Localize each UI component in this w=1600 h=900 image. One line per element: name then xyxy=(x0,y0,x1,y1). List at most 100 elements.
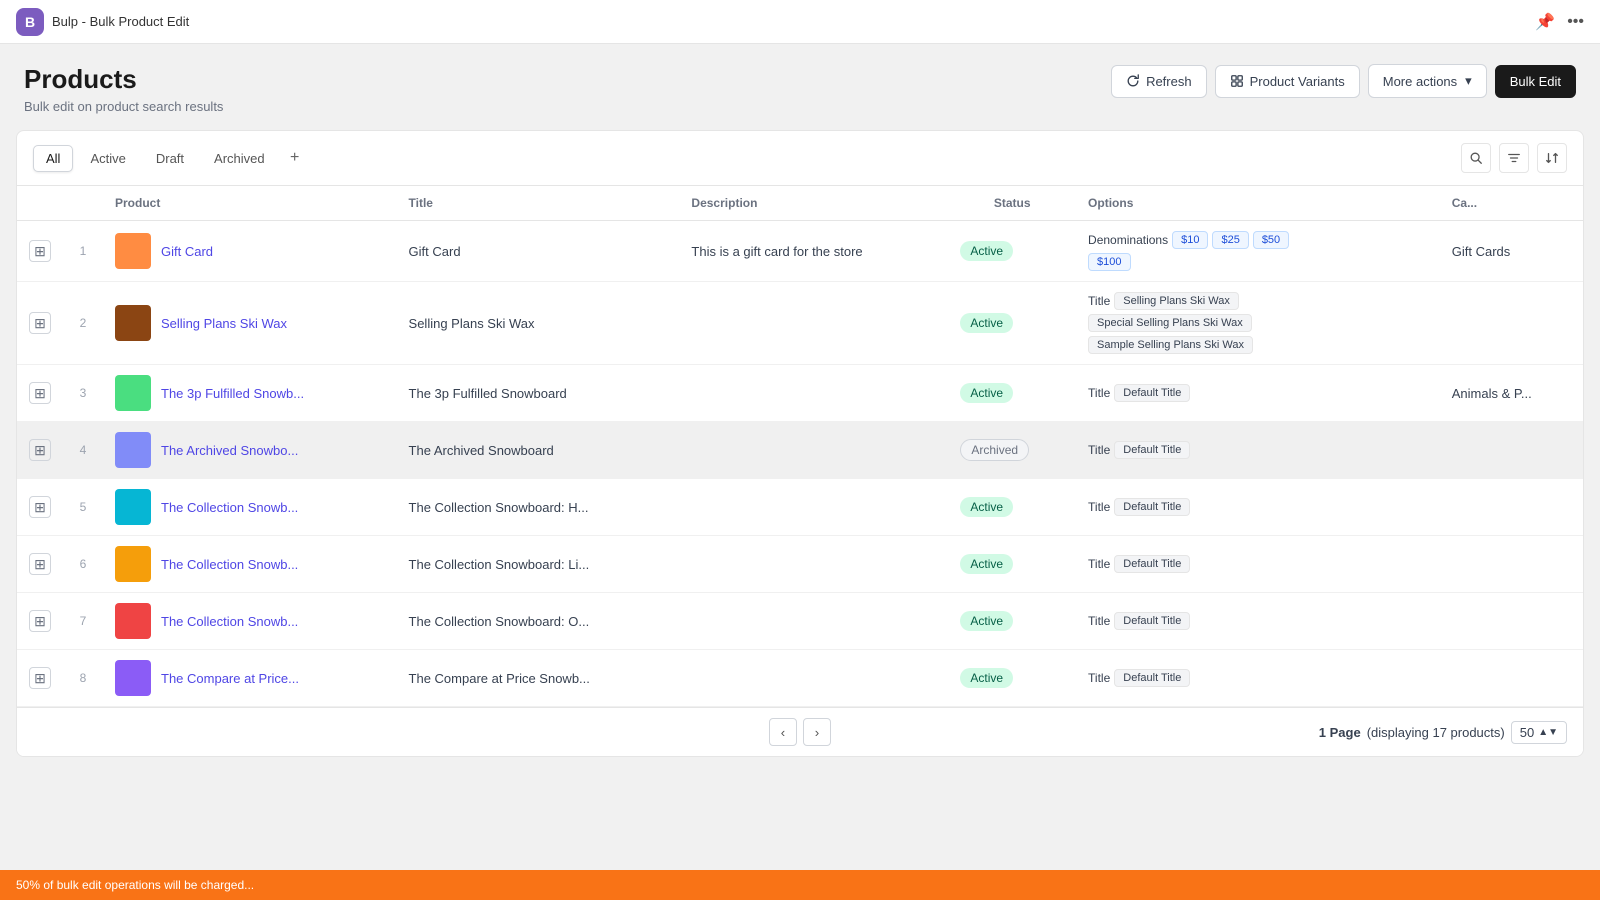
refresh-icon xyxy=(1126,74,1140,88)
expand-col: ⊞ xyxy=(17,282,63,365)
title-cell: The Collection Snowboard: O... xyxy=(397,593,680,650)
bulk-edit-button[interactable]: Bulk Edit xyxy=(1495,65,1576,98)
product-link[interactable]: Selling Plans Ski Wax xyxy=(161,316,287,331)
product-link[interactable]: The Collection Snowb... xyxy=(161,500,298,515)
status-cell: Active xyxy=(948,536,1076,593)
display-label: (displaying 17 products) xyxy=(1367,725,1505,740)
expand-button[interactable]: ⊞ xyxy=(29,312,51,334)
status-cell: Active xyxy=(948,365,1076,422)
expand-col: ⊞ xyxy=(17,479,63,536)
products-table-wrapper: Product Title Description Status Options… xyxy=(17,186,1583,707)
row-num: 5 xyxy=(63,479,103,536)
app-logo: B xyxy=(16,8,44,36)
filter-button[interactable] xyxy=(1499,143,1529,173)
options-cell: TitleDefault Title xyxy=(1076,422,1440,479)
expand-col: ⊞ xyxy=(17,365,63,422)
page-subtitle: Bulk edit on product search results xyxy=(24,99,1111,114)
main-content: All Active Draft Archived + xyxy=(16,130,1584,757)
product-cell: The Collection Snowb... xyxy=(103,479,397,536)
sort-button[interactable] xyxy=(1537,143,1567,173)
col-options: Options xyxy=(1076,186,1440,221)
col-title: Title xyxy=(397,186,680,221)
product-thumbnail xyxy=(115,489,151,525)
category-cell xyxy=(1440,422,1583,479)
table-row: ⊞ 8 The Compare at Price... The Compare … xyxy=(17,650,1583,707)
col-description: Description xyxy=(679,186,948,221)
product-link[interactable]: The Archived Snowbo... xyxy=(161,443,298,458)
options-cell: TitleDefault Title xyxy=(1076,365,1440,422)
tab-active[interactable]: Active xyxy=(77,145,138,172)
expand-button[interactable]: ⊞ xyxy=(29,667,51,689)
product-variants-button[interactable]: Product Variants xyxy=(1215,65,1360,98)
product-cell: The 3p Fulfilled Snowb... xyxy=(103,365,397,422)
pin-icon[interactable]: 📌 xyxy=(1535,12,1555,32)
more-actions-button[interactable]: More actions xyxy=(1368,64,1487,98)
variants-icon xyxy=(1230,74,1244,88)
options-cell: TitleDefault Title xyxy=(1076,650,1440,707)
product-thumbnail xyxy=(115,375,151,411)
product-cell: Selling Plans Ski Wax xyxy=(103,282,397,365)
row-num: 8 xyxy=(63,650,103,707)
product-link[interactable]: The Compare at Price... xyxy=(161,671,299,686)
products-table: Product Title Description Status Options… xyxy=(17,186,1583,707)
category-cell xyxy=(1440,536,1583,593)
product-cell: The Collection Snowb... xyxy=(103,536,397,593)
expand-button[interactable]: ⊞ xyxy=(29,382,51,404)
description-cell xyxy=(679,536,948,593)
page-title: Products xyxy=(24,64,1111,95)
tab-archived[interactable]: Archived xyxy=(201,145,278,172)
table-body: ⊞ 1 Gift Card Gift Card This is a gift c… xyxy=(17,221,1583,707)
title-cell: The 3p Fulfilled Snowboard xyxy=(397,365,680,422)
per-page-chevron: ▲▼ xyxy=(1538,727,1558,738)
description-cell xyxy=(679,479,948,536)
description-cell xyxy=(679,650,948,707)
product-thumbnail xyxy=(115,603,151,639)
top-bar: B Bulp - Bulk Product Edit 📌 ••• xyxy=(0,0,1600,44)
category-cell: Gift Cards xyxy=(1440,221,1583,282)
product-link[interactable]: Gift Card xyxy=(161,244,213,259)
category-cell xyxy=(1440,650,1583,707)
title-cell: The Archived Snowboard xyxy=(397,422,680,479)
expand-button[interactable]: ⊞ xyxy=(29,439,51,461)
product-link[interactable]: The Collection Snowb... xyxy=(161,614,298,629)
app-title: Bulp - Bulk Product Edit xyxy=(52,14,189,29)
more-options-icon[interactable]: ••• xyxy=(1567,13,1584,31)
status-cell: Active xyxy=(948,221,1076,282)
category-cell xyxy=(1440,282,1583,365)
expand-button[interactable]: ⊞ xyxy=(29,496,51,518)
product-thumbnail xyxy=(115,233,151,269)
table-row: ⊞ 6 The Collection Snowb... The Collecti… xyxy=(17,536,1583,593)
expand-button[interactable]: ⊞ xyxy=(29,553,51,575)
status-badge: Active xyxy=(960,383,1013,403)
table-row: ⊞ 5 The Collection Snowb... The Collecti… xyxy=(17,479,1583,536)
prev-page-button[interactable]: ‹ xyxy=(769,718,797,746)
table-header-row: Product Title Description Status Options… xyxy=(17,186,1583,221)
product-link[interactable]: The 3p Fulfilled Snowb... xyxy=(161,386,304,401)
expand-col: ⊞ xyxy=(17,593,63,650)
status-badge: Active xyxy=(960,554,1013,574)
tabs-right xyxy=(1461,143,1567,173)
options-cell: Denominations$10$25$50$100 xyxy=(1076,221,1440,282)
description-cell xyxy=(679,422,948,479)
per-page-select[interactable]: 50 ▲▼ xyxy=(1511,721,1567,744)
top-bar-right: 📌 ••• xyxy=(1535,12,1584,32)
refresh-button[interactable]: Refresh xyxy=(1111,65,1207,98)
header-left: Products Bulk edit on product search res… xyxy=(24,64,1111,114)
expand-col: ⊞ xyxy=(17,536,63,593)
page-label: 1 Page xyxy=(1319,725,1361,740)
add-tab-button[interactable]: + xyxy=(282,145,308,171)
bottom-banner: 50% of bulk edit operations will be char… xyxy=(0,870,1600,900)
tab-all[interactable]: All xyxy=(33,145,73,172)
product-link[interactable]: The Collection Snowb... xyxy=(161,557,298,572)
description-cell xyxy=(679,593,948,650)
next-page-button[interactable]: › xyxy=(803,718,831,746)
col-num xyxy=(63,186,103,221)
tab-draft[interactable]: Draft xyxy=(143,145,197,172)
table-row: ⊞ 4 The Archived Snowbo... The Archived … xyxy=(17,422,1583,479)
row-num: 6 xyxy=(63,536,103,593)
table-footer: ‹ › 1 Page (displaying 17 products) 50 ▲… xyxy=(17,707,1583,756)
search-button[interactable] xyxy=(1461,143,1491,173)
expand-button[interactable]: ⊞ xyxy=(29,610,51,632)
expand-button[interactable]: ⊞ xyxy=(29,240,51,262)
table-row: ⊞ 1 Gift Card Gift Card This is a gift c… xyxy=(17,221,1583,282)
